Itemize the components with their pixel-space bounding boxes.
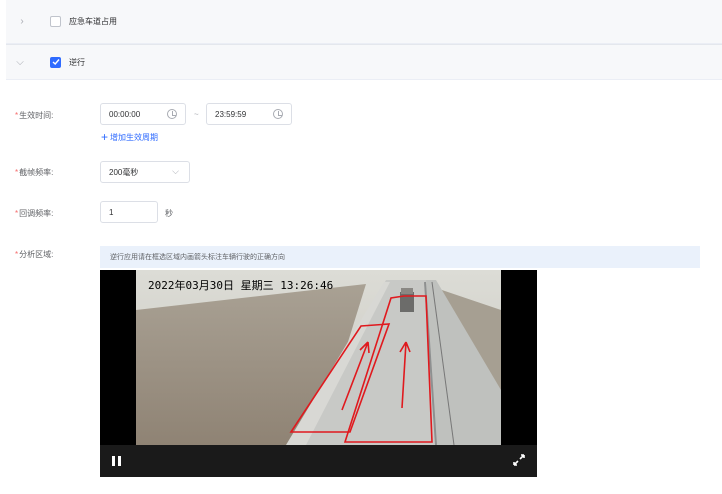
video-player[interactable]: 2022年03月30日 星期三 13:26:46 — [100, 270, 537, 477]
pause-icon[interactable] — [112, 456, 121, 466]
clock-icon — [167, 109, 177, 119]
chevron-right-icon[interactable]: › — [6, 16, 34, 27]
analysis-area-tip: 逆行应用请在框选区域内画箭头标注车辆行驶的正确方向 — [100, 246, 700, 268]
frame-rate-value: 200毫秒 — [109, 167, 139, 177]
time-separator: ~ — [194, 110, 199, 119]
callback-rate-value: 1 — [109, 207, 114, 217]
frame-rate-select[interactable]: 200毫秒 ⌵ — [100, 161, 190, 183]
callback-rate-label: *回调频率: — [15, 209, 54, 218]
end-time-input[interactable]: 23:59:59 — [206, 103, 292, 125]
fullscreen-icon[interactable] — [513, 454, 525, 466]
plus-icon: + — [101, 130, 109, 144]
video-controls — [100, 445, 537, 477]
dropdown-arrow-icon: ⌵ — [172, 166, 179, 176]
start-time-input[interactable]: 00:00:00 — [100, 103, 186, 125]
emergency-lane-checkbox[interactable] — [50, 16, 61, 27]
analysis-area-label: *分析区域: — [15, 250, 54, 259]
truck — [400, 292, 414, 312]
callback-rate-unit: 秒 — [165, 209, 173, 218]
add-period-link[interactable]: + 增加生效周期 — [101, 131, 158, 143]
start-time-value: 00:00:00 — [109, 109, 141, 119]
effective-time-label: *生效时间: — [15, 111, 54, 120]
callback-rate-input[interactable]: 1 — [100, 201, 158, 223]
truck-cab — [401, 288, 413, 294]
wrong-way-checkbox[interactable] — [50, 56, 61, 68]
wrong-way-label: 逆行 — [69, 57, 85, 67]
chevron-down-icon[interactable]: ⌵ — [6, 57, 34, 68]
camera-timestamp: 2022年03月30日 星期三 13:26:46 — [148, 279, 334, 292]
end-time-value: 23:59:59 — [215, 109, 247, 119]
camera-frame[interactable] — [136, 270, 501, 445]
add-period-label: 增加生效周期 — [110, 132, 159, 142]
frame-rate-label: *截帧频率: — [15, 168, 54, 177]
section-emergency-lane[interactable]: › 应急车道占用 — [6, 0, 722, 44]
section-wrong-way[interactable]: ⌵ 逆行 — [6, 44, 722, 80]
emergency-lane-label: 应急车道占用 — [69, 17, 117, 26]
clock-icon — [273, 109, 283, 119]
